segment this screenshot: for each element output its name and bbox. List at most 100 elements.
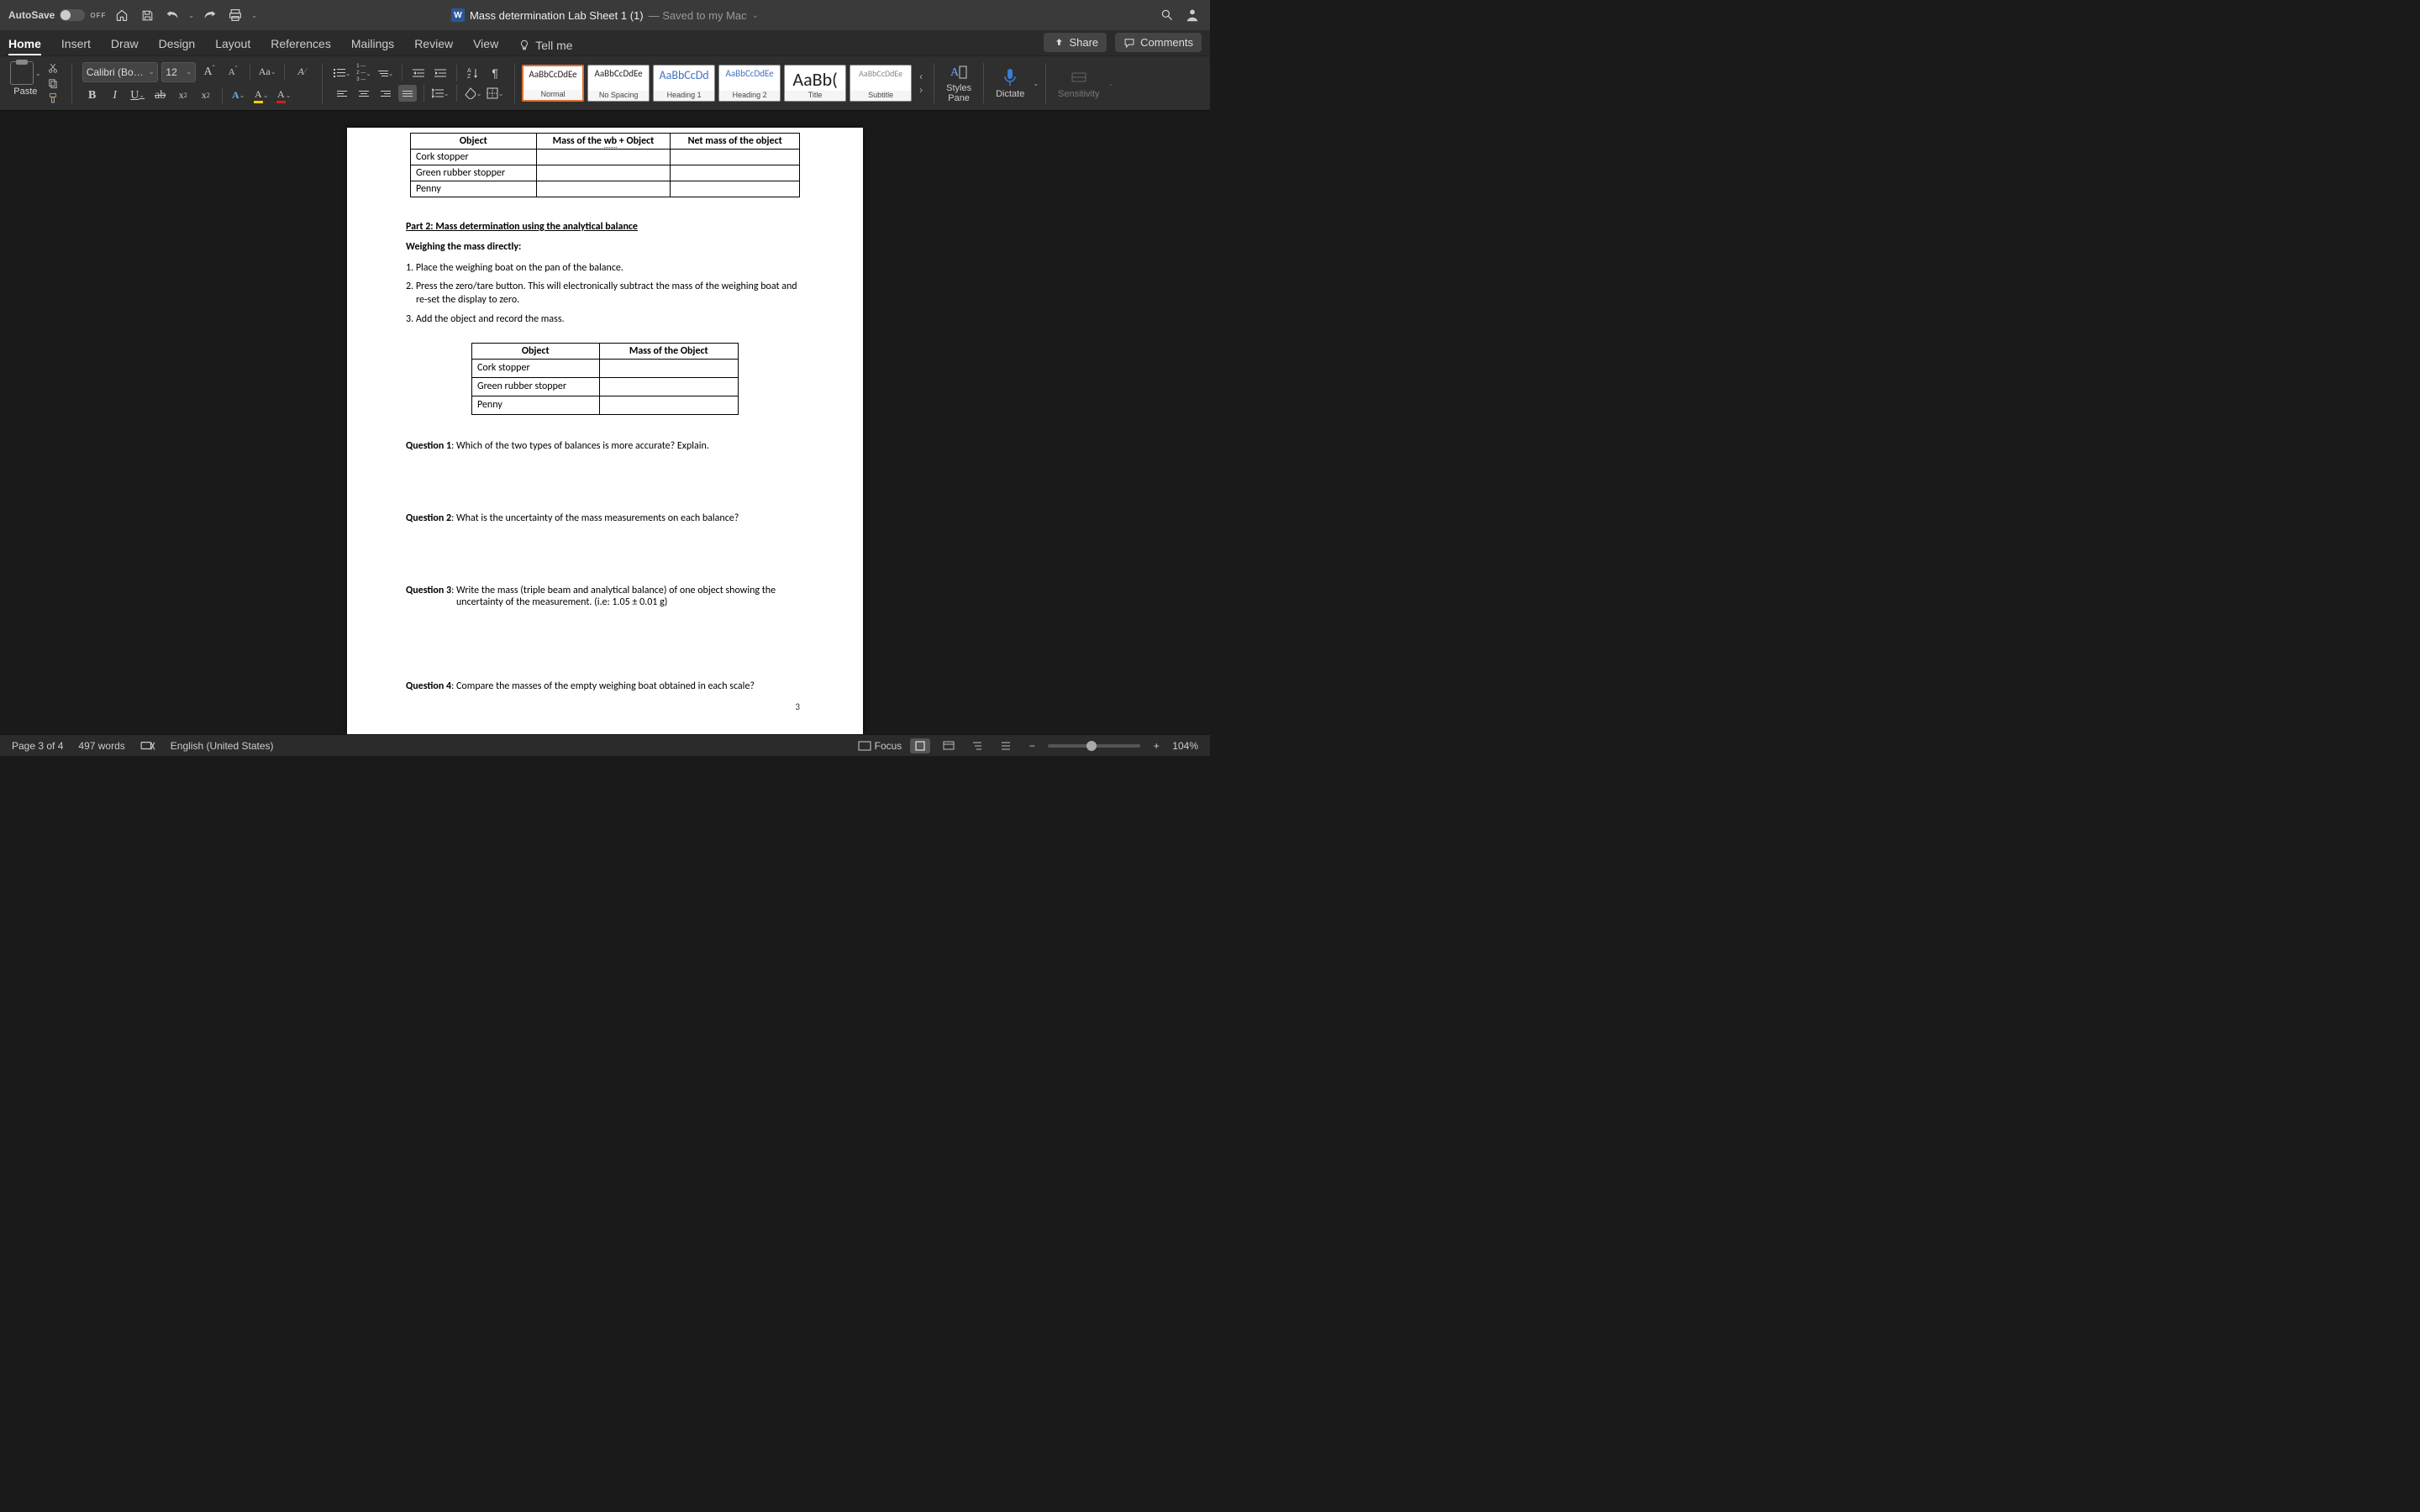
autosave-toggle[interactable]: AutoSave OFF xyxy=(8,9,106,21)
style-tile-heading-2[interactable]: AaBbCcDdEeHeading 2 xyxy=(718,65,781,102)
table-mass[interactable]: Object Mass of the Object Cork stopper G… xyxy=(471,343,739,415)
tab-insert[interactable]: Insert xyxy=(61,34,91,55)
decrease-indent-icon[interactable] xyxy=(409,65,428,81)
align-justify-icon[interactable] xyxy=(398,85,417,102)
align-right-icon[interactable] xyxy=(376,85,395,102)
comments-button[interactable]: Comments xyxy=(1115,33,1202,52)
table-row[interactable]: Penny xyxy=(411,181,800,197)
view-draft-icon[interactable] xyxy=(996,738,1016,753)
question[interactable]: Question 2: What is the uncertainty of t… xyxy=(406,512,804,524)
table-row[interactable]: Green rubber stopper xyxy=(411,165,800,181)
step[interactable]: 3. Add the object and record the mass. xyxy=(406,312,804,326)
borders-icon[interactable]: ⌄ xyxy=(486,85,504,102)
tab-design[interactable]: Design xyxy=(159,34,196,55)
step[interactable]: 2. Press the zero/tare button. This will… xyxy=(406,280,804,307)
style-tile-no-spacing[interactable]: AaBbCcDdEeNo Spacing xyxy=(587,65,650,102)
zoom-slider[interactable] xyxy=(1048,744,1140,748)
table-wb[interactable]: Object Mass of the wb + Object Net mass … xyxy=(410,133,800,197)
cut-icon[interactable] xyxy=(45,61,61,75)
bullets-icon[interactable]: ⌄ xyxy=(333,65,351,81)
increase-font-icon[interactable]: Aˆ xyxy=(199,63,219,81)
sort-icon[interactable]: AZ xyxy=(464,65,482,81)
page[interactable]: Object Mass of the wb + Object Net mass … xyxy=(347,128,863,734)
tab-references[interactable]: References xyxy=(271,34,331,55)
shading-icon[interactable]: ⌄ xyxy=(464,85,482,102)
zoom-level[interactable]: 104% xyxy=(1172,740,1198,752)
superscript-button[interactable]: x2 xyxy=(196,87,216,105)
table-cell[interactable] xyxy=(671,181,800,197)
paste-menu-icon[interactable]: ⌄ xyxy=(35,70,41,77)
tab-home[interactable]: Home xyxy=(8,34,41,55)
search-icon[interactable] xyxy=(1158,6,1176,24)
table-header[interactable]: Object xyxy=(411,134,537,150)
save-icon[interactable] xyxy=(138,6,156,24)
table-cell[interactable]: Cork stopper xyxy=(472,359,600,377)
tab-draw[interactable]: Draw xyxy=(111,34,139,55)
change-case-icon[interactable]: Aa ⌄ xyxy=(257,63,277,81)
section-title[interactable]: Part 2: Mass determination using the ana… xyxy=(406,221,804,233)
question[interactable]: Question 4: Compare the masses of the em… xyxy=(406,680,804,692)
table-cell[interactable] xyxy=(599,377,738,396)
view-outline-icon[interactable] xyxy=(967,738,987,753)
gallery-scroll-right-icon[interactable]: › xyxy=(919,84,923,96)
increase-indent-icon[interactable] xyxy=(431,65,450,81)
question[interactable]: Question 1: Which of the two types of ba… xyxy=(406,440,804,452)
table-cell[interactable]: Penny xyxy=(472,396,600,414)
table-cell[interactable] xyxy=(536,165,671,181)
show-marks-icon[interactable]: ¶ xyxy=(486,65,504,81)
format-painter-icon[interactable] xyxy=(45,92,61,105)
bold-button[interactable]: B xyxy=(82,87,103,105)
table-cell[interactable] xyxy=(599,396,738,414)
styles-pane-button[interactable]: A Styles Pane xyxy=(941,62,976,103)
dictate-button[interactable]: Dictate xyxy=(991,67,1029,99)
table-cell[interactable]: Green rubber stopper xyxy=(411,165,537,181)
question[interactable]: Question 3: Write the mass (triple beam … xyxy=(406,585,804,608)
strike-button[interactable]: ab xyxy=(150,87,171,105)
print-icon[interactable] xyxy=(226,6,245,24)
dictate-menu-icon[interactable]: ⌄ xyxy=(1033,80,1039,87)
align-left-icon[interactable] xyxy=(333,85,351,102)
spelling-status-icon[interactable] xyxy=(140,740,155,752)
paste-button[interactable]: ⌄ Paste xyxy=(10,61,41,97)
highlight-icon[interactable]: A⌄ xyxy=(251,87,271,105)
style-tile-normal[interactable]: AaBbCcDdEeNormal xyxy=(522,65,584,102)
qat-menu-icon[interactable]: ⌄ xyxy=(251,12,257,19)
table-cell[interactable] xyxy=(536,150,671,165)
view-print-icon[interactable] xyxy=(910,738,930,753)
style-tile-heading-1[interactable]: AaBbCcDdHeading 1 xyxy=(653,65,715,102)
table-cell[interactable] xyxy=(671,165,800,181)
table-cell[interactable]: Cork stopper xyxy=(411,150,537,165)
tab-view[interactable]: View xyxy=(473,34,498,55)
redo-icon[interactable] xyxy=(201,6,219,24)
tab-mailings[interactable]: Mailings xyxy=(351,34,394,55)
align-center-icon[interactable] xyxy=(355,85,373,102)
share-button[interactable]: Share xyxy=(1044,33,1107,52)
font-name-combo[interactable]: Calibri (Bo… ⌄ xyxy=(82,62,159,82)
focus-button[interactable]: Focus xyxy=(858,740,902,752)
table-row[interactable]: Green rubber stopper xyxy=(472,377,739,396)
tab-review[interactable]: Review xyxy=(414,34,453,55)
status-language[interactable]: English (United States) xyxy=(171,740,274,752)
table-cell[interactable] xyxy=(599,359,738,377)
gallery-scroll-left-icon[interactable]: ‹ xyxy=(919,71,923,82)
tab-tellme[interactable]: Tell me xyxy=(518,35,572,55)
toggle-switch[interactable] xyxy=(60,9,85,21)
numbering-icon[interactable]: 1 —2 —3 — ⌄ xyxy=(355,65,373,81)
table-header[interactable]: Mass of the wb + Object xyxy=(536,134,671,150)
style-tile-title[interactable]: AaBb(Title xyxy=(784,65,846,102)
italic-button[interactable]: I xyxy=(105,87,125,105)
underline-button[interactable]: U ⌄ xyxy=(128,87,148,105)
table-header[interactable]: Net mass of the object xyxy=(671,134,800,150)
table-cell[interactable] xyxy=(671,150,800,165)
account-icon[interactable] xyxy=(1183,6,1202,24)
table-cell[interactable] xyxy=(536,181,671,197)
table-row[interactable]: Cork stopper xyxy=(472,359,739,377)
undo-menu-icon[interactable]: ⌄ xyxy=(188,12,194,19)
style-tile-subtitle[interactable]: AaBbCcDdEeSubtitle xyxy=(850,65,912,102)
table-row[interactable]: Cork stopper xyxy=(411,150,800,165)
undo-icon[interactable] xyxy=(163,6,182,24)
step[interactable]: 1. Place the weighing boat on the pan of… xyxy=(406,261,804,275)
status-words[interactable]: 497 words xyxy=(78,740,124,752)
font-color-icon[interactable]: A⌄ xyxy=(274,87,294,105)
zoom-out-button[interactable]: − xyxy=(1024,740,1039,752)
